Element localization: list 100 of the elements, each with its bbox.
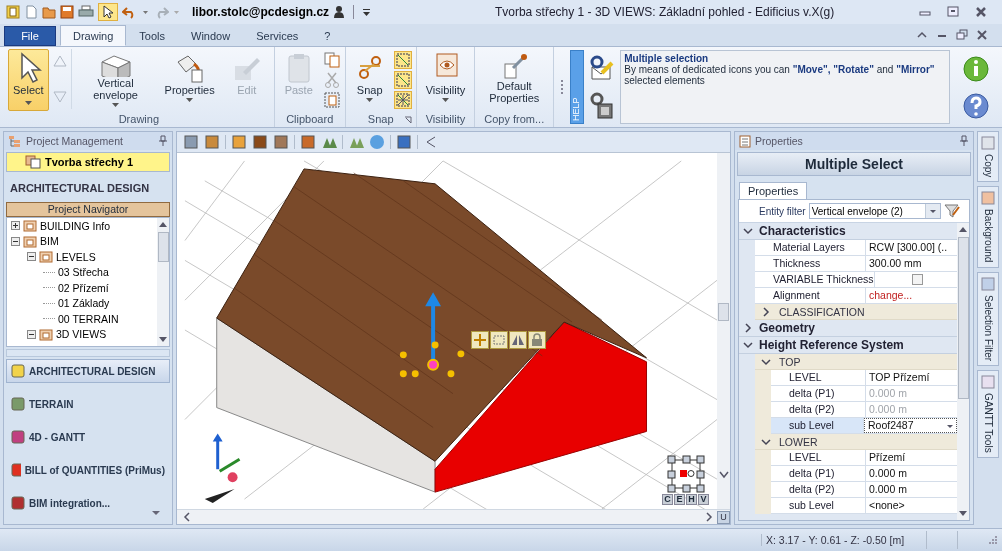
ribbon-tab[interactable]: Drawing	[60, 25, 127, 46]
file-tab[interactable]: File	[4, 26, 56, 46]
scroll-up-icon[interactable]	[158, 220, 168, 228]
chevron-icon[interactable]	[743, 226, 753, 236]
properties-tab[interactable]: Properties	[739, 182, 808, 199]
chevron-icon[interactable]	[743, 340, 753, 350]
save-icon[interactable]	[60, 5, 74, 19]
tree-item[interactable]: 03 Střecha	[58, 266, 109, 279]
module-item[interactable]: BIM integration...	[6, 491, 170, 515]
snap-mode-toggle[interactable]	[393, 51, 412, 69]
view-button[interactable]: C	[662, 494, 673, 505]
select-button[interactable]: Select	[8, 49, 49, 111]
scrollbar-thumb[interactable]	[718, 303, 729, 321]
app-logo-icon[interactable]	[6, 5, 20, 19]
property-value[interactable]: Přízemí	[866, 450, 957, 465]
expander[interactable]	[27, 252, 36, 262]
property-value[interactable]: 0.000 m	[866, 466, 957, 481]
scroll-down-icon[interactable]	[158, 336, 168, 344]
module-item[interactable]: BILL of QUANTITIES (PriMus)	[6, 458, 170, 482]
property-value[interactable]: TOP Přízemí	[866, 370, 957, 385]
expander[interactable]	[27, 329, 36, 339]
tree-item[interactable]: 00 TERRAIN	[58, 312, 119, 325]
project-item[interactable]: Tvorba střechy 1	[6, 152, 170, 172]
expander[interactable]	[11, 221, 20, 231]
chevron-icon[interactable]	[743, 323, 753, 333]
close-icon[interactable]	[976, 29, 988, 41]
copy-icon[interactable]	[322, 51, 341, 69]
paste-special-icon[interactable]	[322, 91, 341, 109]
move-tool[interactable]	[471, 331, 489, 349]
module-item[interactable]: 4D - GANTT	[6, 425, 170, 449]
dialog-launcher-icon[interactable]	[403, 116, 412, 124]
tree-item[interactable]: BUILDING Info	[40, 219, 111, 232]
property-value[interactable]: 300.00 mm	[866, 256, 957, 271]
corner-button[interactable]: U	[717, 510, 730, 524]
tree-item[interactable]: BIM	[40, 235, 59, 248]
side-tab[interactable]: Background	[977, 186, 999, 268]
mirror-tool[interactable]	[509, 331, 527, 349]
tree-item[interactable]: 02 Přízemí	[58, 281, 109, 294]
side-tab[interactable]: Copy	[977, 131, 999, 183]
restore-icon[interactable]	[956, 29, 968, 41]
chevron-icon[interactable]	[761, 356, 771, 367]
cursor-toggle-button[interactable]	[98, 3, 118, 21]
resize-grip-icon[interactable]	[988, 535, 998, 545]
scroll-down-icon[interactable]	[958, 510, 968, 518]
side-tab[interactable]: Selection Filter	[977, 271, 999, 366]
rotate-tool[interactable]	[490, 331, 508, 349]
ribbon-tab[interactable]: Window	[178, 25, 244, 46]
checkbox[interactable]	[911, 274, 923, 285]
property-link[interactable]: change...	[866, 288, 957, 303]
snap-mode-toggle[interactable]	[393, 71, 412, 89]
ribbon-tab[interactable]: Services	[243, 25, 312, 46]
module-item[interactable]: TERRAIN	[6, 392, 170, 416]
tree-item[interactable]: 01 Základy	[58, 297, 110, 310]
scroll-down-icon[interactable]	[718, 471, 729, 479]
chevron-icon[interactable]	[761, 306, 771, 317]
category-heading: Height Reference System	[759, 338, 904, 352]
scroll-left-icon[interactable]	[183, 512, 191, 522]
view-cube-icon[interactable]	[665, 454, 706, 494]
visibility-button[interactable]: Visibility	[420, 49, 471, 111]
tree-item[interactable]: LEVELS	[56, 250, 96, 263]
grip-icon[interactable]	[560, 80, 565, 94]
view-button[interactable]: H	[686, 494, 697, 505]
project-name: Tvorba střechy 1	[45, 156, 134, 168]
module-item[interactable]: ARCHITECTURAL DESIGN	[6, 359, 170, 383]
expander[interactable]	[11, 236, 20, 246]
property-value[interactable]: <none>	[866, 498, 957, 513]
new-file-icon[interactable]	[24, 5, 38, 19]
printer-icon[interactable]	[78, 5, 94, 19]
ribbon-tab[interactable]: Tools	[126, 25, 179, 46]
snap-button[interactable]: Snap	[349, 49, 390, 111]
snap-mode-toggle[interactable]	[393, 91, 412, 109]
ribbon-button[interactable]: Properties	[159, 49, 220, 111]
chevron-icon[interactable]	[761, 436, 771, 447]
entity-filter-dropdown[interactable]: Vertical envelope (2)	[808, 203, 941, 219]
funnel-icon[interactable]	[943, 203, 960, 219]
view-button[interactable]: V	[698, 494, 709, 505]
default-properties-button[interactable]: Default Properties	[479, 49, 550, 111]
ribbon-tab[interactable]: ?	[311, 25, 344, 46]
close-icon[interactable]	[974, 6, 988, 18]
scrollbar-thumb[interactable]	[957, 237, 969, 399]
property-value[interactable]: 0.000 m	[866, 482, 957, 497]
maximize-icon[interactable]	[946, 6, 960, 18]
side-tab[interactable]: GANTT Tools	[977, 369, 999, 458]
view-button[interactable]: E	[674, 494, 685, 505]
tree-item[interactable]: 3D VIEWS	[56, 328, 107, 341]
caret-icon[interactable]	[152, 510, 160, 516]
info-icon[interactable]	[962, 54, 990, 83]
person-icon[interactable]	[333, 5, 346, 19]
category-heading: Characteristics	[759, 224, 846, 238]
scroll-up-icon[interactable]	[958, 225, 968, 233]
help-icon[interactable]	[962, 91, 990, 120]
scroll-right-icon[interactable]	[705, 512, 713, 522]
move-gizmo[interactable]	[399, 292, 465, 378]
sphere-icon[interactable]	[369, 134, 385, 150]
side-tab-icon	[981, 276, 995, 291]
ribbon-button[interactable]: Vertical envelope	[75, 49, 156, 111]
scrollbar-thumb[interactable]	[157, 232, 169, 262]
lock-tool[interactable]	[528, 331, 546, 349]
folder-icon[interactable]	[42, 5, 56, 19]
property-value[interactable]: RCW [300.00] (..	[866, 240, 957, 255]
